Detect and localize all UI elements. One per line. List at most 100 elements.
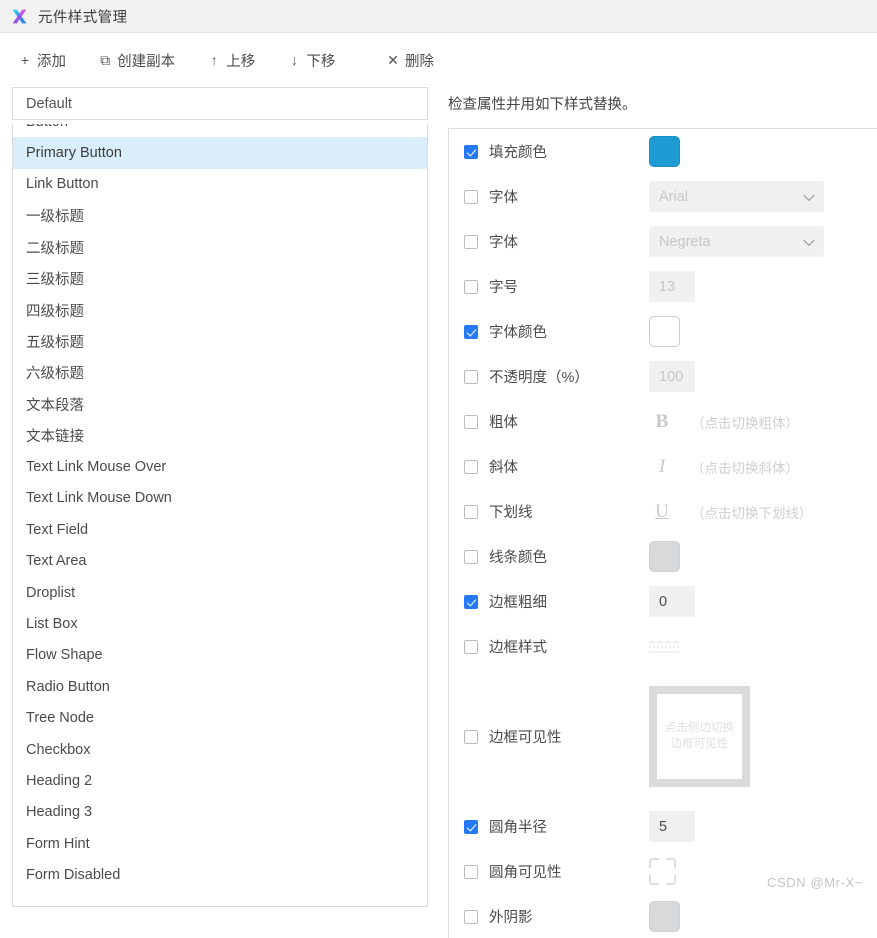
style-list-item[interactable]: Text Field [13,514,427,545]
style-list-item[interactable]: 五级标题 [13,326,427,357]
font-size-input[interactable]: 13 [649,271,695,302]
move-up-button[interactable]: ↑ 上移 [201,46,261,75]
border-style-icon[interactable] [649,636,679,658]
chevron-down-icon [803,234,815,246]
move-down-button[interactable]: ↓ 下移 [281,46,341,75]
style-list-item-label: Form Disabled [26,867,121,884]
prop-left: 粗体 [464,411,649,432]
corner-visibility-icon[interactable] [649,858,676,885]
fill-color-swatch[interactable] [649,136,680,167]
font-color-checkbox[interactable] [464,324,478,339]
style-list-item[interactable]: Radio Button [13,671,427,702]
corner-bl [649,875,659,885]
corner-br [666,875,676,885]
style-list-item-label: 文本段落 [26,397,84,414]
style-name-input[interactable]: Default [12,87,428,120]
prop-left: 字体 [464,231,649,252]
style-list-item-label: List Box [26,615,78,632]
style-list-item-label: 五级标题 [26,334,84,351]
style-list-item[interactable]: Form Disabled [13,859,427,890]
style-list-item[interactable]: Heading 3 [13,797,427,828]
border-visibility-widget[interactable]: 点击侧边切换 边框可见性 [649,686,750,787]
italic-checkbox[interactable] [464,459,478,474]
font-weight-checkbox[interactable] [464,234,478,249]
prop-control [649,136,680,167]
plus-icon: + [20,52,30,68]
delete-button-label: 删除 [405,53,435,70]
opacity-checkbox[interactable] [464,369,478,384]
add-button[interactable]: + 添加 [12,46,72,75]
style-list-item[interactable]: Tree Node [13,702,427,733]
style-list-item[interactable]: Primary Button [13,137,427,169]
prop-left: 圆角可见性 [464,861,649,882]
font-weight-label: 字体 [489,235,518,251]
border-width-checkbox[interactable] [464,594,478,609]
font-family-checkbox[interactable] [464,189,478,204]
border-visibility-checkbox[interactable] [464,729,478,744]
underline-label: 下划线 [489,505,533,521]
style-list: Button Primary Button Link Button 一级标题二级标题三… [13,124,427,891]
border-style-checkbox[interactable] [464,639,478,654]
italic-hint: （点击切换斜体） [691,460,799,476]
line-color-checkbox[interactable] [464,549,478,564]
underline-checkbox[interactable] [464,504,478,519]
style-list-item[interactable]: Text Link Mouse Down [13,483,427,514]
bold-label: 粗体 [489,415,518,431]
duplicate-button[interactable]: ⧉ 创建副本 [92,46,181,75]
style-list-item[interactable]: 文本段落 [13,389,427,420]
style-list-item[interactable]: Text Area [13,545,427,576]
font-family-dropdown[interactable]: Arial [649,181,824,212]
style-list-item-label: 六级标题 [26,366,84,383]
style-list-item-label: Text Link Mouse Down [26,490,172,507]
style-list-item[interactable]: Droplist [13,577,427,608]
style-list-item-label: Droplist [26,584,76,601]
outer-shadow-swatch[interactable] [649,901,680,932]
style-list-item[interactable]: 六级标题 [13,357,427,388]
style-list-item[interactable]: 四级标题 [13,294,427,325]
delete-button[interactable]: ✕ 删除 [380,46,440,75]
style-list-item[interactable]: 三级标题 [13,263,427,294]
style-list-item[interactable]: 文本链接 [13,420,427,451]
style-list-item[interactable]: List Box [13,608,427,639]
style-list-item-label: Heading 2 [26,772,93,789]
style-list-item[interactable]: Checkbox [13,734,427,765]
prop-left: 斜体 [464,456,649,477]
line-color-swatch[interactable] [649,541,680,572]
style-list-item-label: Checkbox [26,741,91,758]
border-width-input[interactable]: 0 [649,586,695,617]
style-list-item[interactable]: 二级标题 [13,232,427,263]
style-list-item[interactable]: Button [13,124,427,137]
style-list-item-label: Radio Button [26,678,110,695]
bold-hint: （点击切换粗体） [691,415,799,431]
style-list-item[interactable]: Form Hint [13,828,427,859]
opacity-input[interactable]: 100 [649,361,695,392]
font-size-checkbox[interactable] [464,279,478,294]
prop-control [649,901,680,932]
bold-icon[interactable]: B [649,411,675,433]
font-weight-dropdown[interactable]: Negreta [649,226,824,257]
border-width-value: 0 [659,593,668,610]
style-list-item[interactable]: Text Link Mouse Over [13,451,427,482]
outer-shadow-checkbox[interactable] [464,909,478,924]
underline-icon[interactable]: U [649,501,675,523]
prop-row-font-color: 字体颜色 [449,309,877,354]
style-list-item[interactable]: Link Button [13,169,427,200]
corner-radius-label: 圆角半径 [489,820,547,836]
style-list-scroll-area[interactable]: Button Primary Button Link Button 一级标题二级标题三… [12,124,428,907]
bold-checkbox[interactable] [464,414,478,429]
font-color-swatch[interactable] [649,316,680,347]
style-list-item[interactable]: 一级标题 [13,200,427,231]
italic-icon[interactable]: I [649,456,675,478]
corner-visibility-checkbox[interactable] [464,864,478,879]
window-title: 元件样式管理 [38,9,128,26]
border-style-label: 边框样式 [489,640,547,656]
style-list-item[interactable]: Flow Shape [13,640,427,671]
corner-radius-checkbox[interactable] [464,819,478,834]
corner-visibility-label: 圆角可见性 [489,865,562,881]
corner-radius-input[interactable]: 5 [649,811,695,842]
style-list-item[interactable]: Heading 2 [13,765,427,796]
chevron-down-icon [803,189,815,201]
fill-color-checkbox[interactable] [464,144,478,159]
dot-line [649,645,679,648]
font-family-label: 字体 [489,190,518,206]
